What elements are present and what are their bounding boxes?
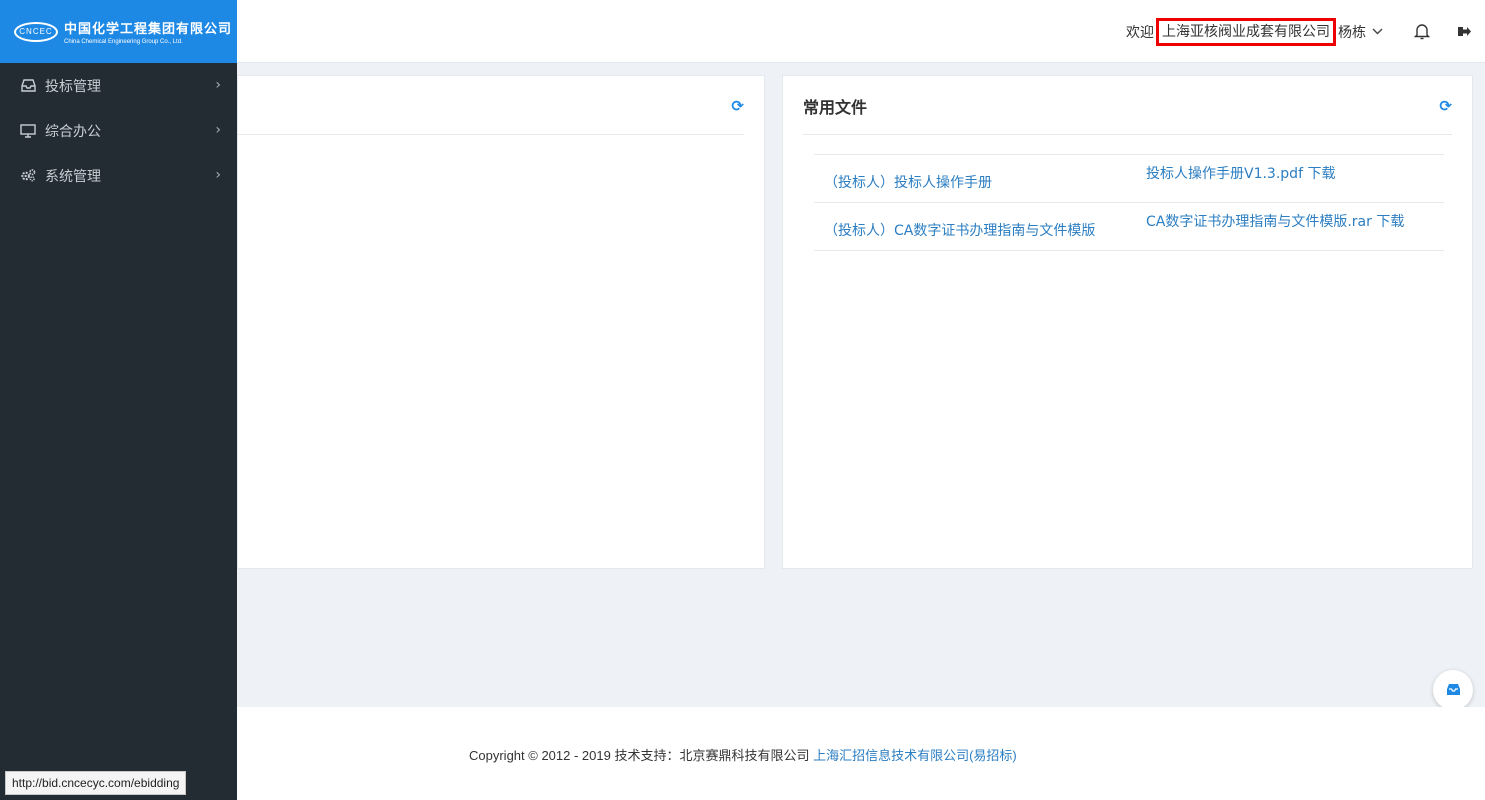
welcome-text: 欢迎 [1126,24,1154,41]
inbox-icon [1446,681,1461,700]
copyright-text: Copyright © 2012 - 2019 技术支持：北京赛鼎科技有限公司 … [469,745,1017,764]
copyright-label: Copyright © 2012 - 2019 技术支持：北京赛鼎科技有限公司 [469,748,814,763]
sidebar-item-system[interactable]: 系统管理 › [0,153,237,198]
refresh-icon[interactable]: ⟳ [731,97,744,115]
panel-title: 常用文件 [803,98,868,117]
file-download-link[interactable]: 投标人操作手册V1.3.pdf 下载 [1146,163,1335,183]
chevron-right-icon: › [215,122,221,138]
company-name: 上海亚核阀业成套有限公司 [1156,17,1336,46]
logo-icon: CNCEC [14,21,58,42]
logo-name-cn: 中国化学工程集团有限公司 [64,22,233,37]
logo[interactable]: CNCEC 中国化学工程集团有限公司 China Chemical Engine… [0,0,237,63]
footer: Copyright © 2012 - 2019 技术支持：北京赛鼎科技有限公司 … [237,707,1485,800]
user-menu[interactable]: 杨栋 [1338,22,1366,42]
floating-inbox-button[interactable] [1433,670,1473,710]
header-user-area: 欢迎 上海亚核阀业成套有限公司 杨栋 [1126,0,1485,63]
monitor-icon [20,123,36,139]
chevron-down-icon[interactable] [1372,25,1383,38]
refresh-icon[interactable]: ⟳ [1439,97,1452,115]
sidebar-item-bid-management[interactable]: 投标管理 › [0,63,237,108]
sidebar: CNCEC 中国化学工程集团有限公司 China Chemical Engine… [0,0,237,800]
top-header: 欢迎 上海亚核阀业成套有限公司 杨栋 [237,0,1485,63]
sidebar-menu: 投标管理 › 综合办公 › 系统管理 › [0,63,237,198]
common-files-panel: 常用文件 ⟳ （投标人）投标人操作手册 投标人操作手册V1.3.pdf 下载 （… [782,75,1473,569]
file-name-link[interactable]: （投标人）投标人操作手册 [814,166,1146,192]
sidebar-item-office[interactable]: 综合办公 › [0,108,237,153]
chevron-right-icon: › [215,77,221,93]
file-row: （投标人）投标人操作手册 投标人操作手册V1.3.pdf 下载 [814,155,1444,203]
gears-icon [20,168,36,184]
sidebar-item-label: 综合办公 [45,123,101,140]
file-list: （投标人）投标人操作手册 投标人操作手册V1.3.pdf 下载 （投标人）CA数… [814,154,1444,251]
browser-status-url: http://bid.cncecyc.com/ebidding [5,771,187,795]
chevron-right-icon: › [215,167,221,183]
common-files-header: 常用文件 ⟳ [803,76,1452,135]
footer-company-link[interactable]: 上海汇招信息技术有限公司(易招标) [813,748,1017,763]
bell-icon[interactable] [1401,23,1443,40]
left-panel-header: ⟳ [238,76,744,135]
left-panel: ⟳ [237,75,765,569]
file-row: （投标人）CA数字证书办理指南与文件模版 CA数字证书办理指南与文件模版.rar… [814,203,1444,251]
logout-icon[interactable] [1443,25,1485,38]
sidebar-item-label: 系统管理 [45,168,101,185]
logo-text: 中国化学工程集团有限公司 China Chemical Engineering … [64,18,232,45]
logo-name-en: China Chemical Engineering Group Co., Lt… [64,39,183,45]
file-name-link[interactable]: （投标人）CA数字证书办理指南与文件模版 [814,214,1146,240]
sidebar-item-label: 投标管理 [45,78,101,95]
file-download-link[interactable]: CA数字证书办理指南与文件模版.rar 下载 [1146,211,1404,231]
inbox-icon [20,78,36,94]
